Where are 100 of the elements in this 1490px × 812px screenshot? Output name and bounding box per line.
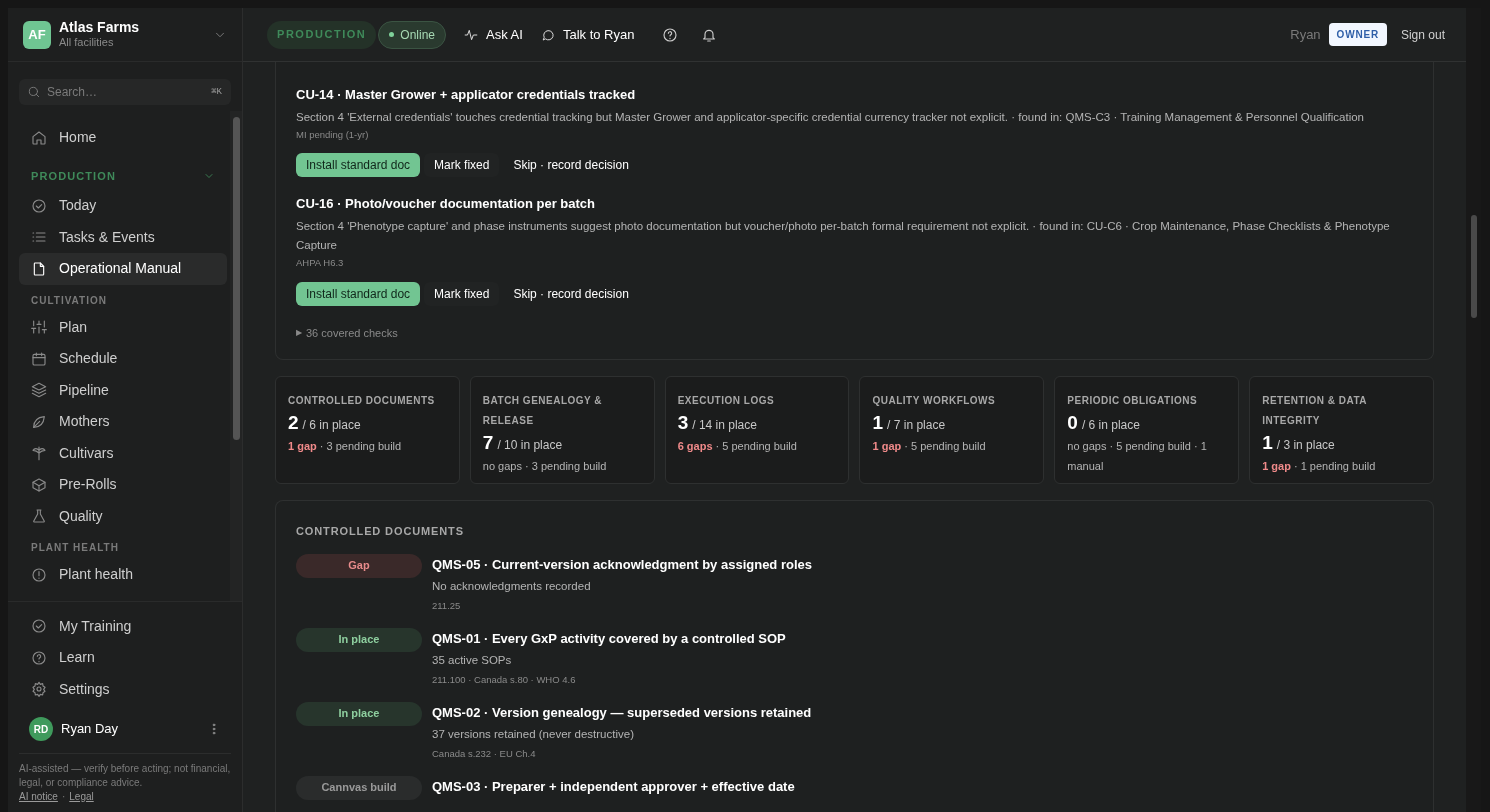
user-name: Ryan bbox=[1290, 25, 1321, 44]
section-heading: PRODUCTION bbox=[31, 168, 117, 184]
nav-item[interactable]: My Training bbox=[19, 610, 231, 642]
sliders-icon bbox=[31, 319, 47, 336]
nav-item[interactable]: Pipeline bbox=[19, 374, 227, 406]
summary-total: / 14 in place bbox=[692, 417, 757, 434]
summary-count: 0 bbox=[1067, 411, 1078, 435]
footer-link[interactable]: Legal bbox=[69, 790, 94, 804]
document-refs: 211.25 bbox=[432, 598, 462, 613]
settings-icon bbox=[31, 681, 47, 698]
nav-item[interactable]: Today bbox=[19, 190, 227, 222]
status-pill: Online bbox=[378, 20, 447, 49]
home-icon bbox=[31, 129, 47, 146]
nav-item[interactable]: Mothers bbox=[19, 406, 227, 438]
scrollbar-thumb[interactable] bbox=[233, 117, 240, 440]
summary-total: / 6 in place bbox=[1081, 417, 1140, 434]
role-badge: OWNER bbox=[1328, 23, 1387, 46]
summary-total: / 7 in place bbox=[887, 417, 946, 434]
layers-icon bbox=[31, 382, 47, 399]
toolbar-button[interactable]: Talk to Ryan bbox=[540, 24, 635, 45]
chat-icon bbox=[540, 27, 555, 42]
help-icon bbox=[31, 649, 47, 666]
org-name: Atlas Farms bbox=[59, 18, 141, 37]
help-button[interactable] bbox=[662, 26, 679, 43]
box-icon bbox=[31, 476, 47, 493]
org-avatar: AF bbox=[23, 20, 51, 49]
leaf-icon bbox=[31, 413, 47, 430]
status-badge: Gap bbox=[296, 553, 422, 578]
org-subtitle: All facilities bbox=[59, 36, 115, 51]
help-icon bbox=[662, 26, 679, 43]
nav-item[interactable]: Tasks & Events bbox=[19, 221, 227, 253]
shortcut-hint: ⌘K bbox=[210, 86, 223, 98]
nav-item[interactable]: Home bbox=[19, 122, 227, 154]
summary-count: 3 bbox=[677, 411, 689, 435]
disclaimer-text: AI-assisted — verify before acting; not financial, legal, or compliance advice. bbox=[19, 762, 231, 790]
summary-count: 1 bbox=[1262, 431, 1273, 455]
sign-out-button[interactable]: Sign out bbox=[1400, 25, 1445, 44]
nav-item[interactable]: Plan bbox=[19, 311, 227, 343]
calendar-icon bbox=[31, 350, 47, 367]
document-title: QMS-01 · Every GxP activity covered by a controlled SOP bbox=[432, 629, 786, 648]
action-button[interactable]: Install standard doc bbox=[296, 153, 421, 178]
nav-item[interactable]: Quality bbox=[19, 500, 227, 532]
finding-reference: AHPA H6.3 bbox=[296, 256, 345, 271]
pulse-icon bbox=[464, 27, 479, 42]
document-note: 37 versions retained (never destructive) bbox=[432, 726, 635, 742]
summary-title: QUALITY WORKFLOWS bbox=[872, 394, 997, 408]
document-refs: 211.100 · Canada s.80 · WHO 4.6 bbox=[432, 672, 577, 687]
finding-reference: MI pending (1-yr) bbox=[296, 128, 370, 142]
nav-item[interactable]: Settings bbox=[19, 673, 231, 705]
document-icon bbox=[31, 260, 47, 277]
document-title: QMS-05 · Current-version acknowledgment by assigned roles bbox=[432, 555, 812, 574]
summary-title: CONTROLLED DOCUMENTS bbox=[288, 394, 436, 408]
nav-item[interactable]: Pre-Rolls bbox=[19, 469, 227, 501]
search-icon bbox=[27, 85, 41, 99]
document-title: QMS-02 · Version genealogy — superseded versions retained bbox=[432, 703, 812, 722]
action-button[interactable]: Install standard doc bbox=[296, 281, 421, 306]
alert-icon bbox=[31, 566, 47, 583]
document-title: QMS-03 · Preparer + independent approver + effective date bbox=[432, 777, 795, 796]
summary-count: 1 bbox=[872, 411, 884, 435]
toolbar-button[interactable]: Ask AI bbox=[464, 24, 523, 45]
check-circle-icon bbox=[31, 618, 47, 635]
summary-total: / 3 in place bbox=[1276, 437, 1335, 454]
nav-item[interactable]: Schedule bbox=[19, 343, 227, 375]
section-heading: CULTIVATION bbox=[31, 293, 108, 308]
summary-count: 7 bbox=[482, 431, 494, 455]
summary-count: 2 bbox=[288, 411, 299, 435]
footer-link[interactable]: AI notice bbox=[19, 790, 58, 804]
summary-detail: 1 gap · 1 pending build bbox=[1262, 459, 1377, 474]
separator-dot: · bbox=[61, 790, 66, 804]
nav-item[interactable]: Plant health bbox=[19, 559, 227, 591]
finding-description: Section 4 'External credentials' touches credential tracking but Master Grower and applicator-specific credential currency tracker not explicit. · found in: QMS-C3 · Training Management & Personnel Qualification bbox=[296, 110, 1365, 125]
covered-checks-toggle[interactable]: ▶ 36 covered checks bbox=[296, 324, 398, 341]
summary-detail: no gaps · 3 pending build bbox=[482, 459, 608, 474]
summary-title: PERIODIC OBLIGATIONS bbox=[1067, 394, 1199, 408]
summary-title: RETENTION & DATA INTEGRITY bbox=[1262, 394, 1368, 428]
status-badge: In place bbox=[296, 627, 422, 652]
summary-total: / 10 in place bbox=[497, 437, 563, 454]
finding-description: Section 4 'Phenotype capture' and phase instruments suggest photo documentation but voucher/photo per-batch formal requirement not explicit. · found in: CU-C6 · Crop Maintenance, Phase Checklists & Phenotype Capture bbox=[296, 219, 1391, 254]
document-note: 35 active SOPs bbox=[432, 652, 513, 668]
plant-icon bbox=[31, 445, 47, 462]
nav-item[interactable]: Learn bbox=[19, 642, 231, 674]
section-heading: CONTROLLED DOCUMENTS bbox=[296, 524, 465, 539]
summary-detail: 1 gap · 5 pending build bbox=[872, 439, 987, 454]
mode-badge: PRODUCTION bbox=[267, 20, 377, 49]
action-button[interactable]: Skip · record decision bbox=[503, 281, 639, 306]
summary-title: BATCH GENEALOGY & RELEASE bbox=[482, 394, 604, 428]
user-avatar: RD bbox=[29, 717, 53, 741]
action-button[interactable]: Skip · record decision bbox=[503, 153, 639, 178]
nav-item[interactable]: Cultivars bbox=[19, 437, 227, 469]
nav-item[interactable]: Operational Manual bbox=[19, 253, 227, 285]
scrollbar-thumb[interactable] bbox=[1471, 215, 1477, 318]
flask-icon bbox=[31, 508, 47, 525]
finding-title: CU-16 · Photo/voucher documentation per batch bbox=[296, 196, 597, 213]
section-heading: PLANT HEALTH bbox=[31, 541, 120, 555]
check-circle-icon bbox=[31, 197, 47, 214]
summary-total: / 6 in place bbox=[302, 417, 361, 434]
status-badge: Cannvas build bbox=[296, 775, 422, 800]
summary-detail: 1 gap · 3 pending build bbox=[288, 439, 403, 454]
user-name: Ryan Day bbox=[61, 720, 120, 739]
summary-title: EXECUTION LOGS bbox=[677, 394, 776, 408]
